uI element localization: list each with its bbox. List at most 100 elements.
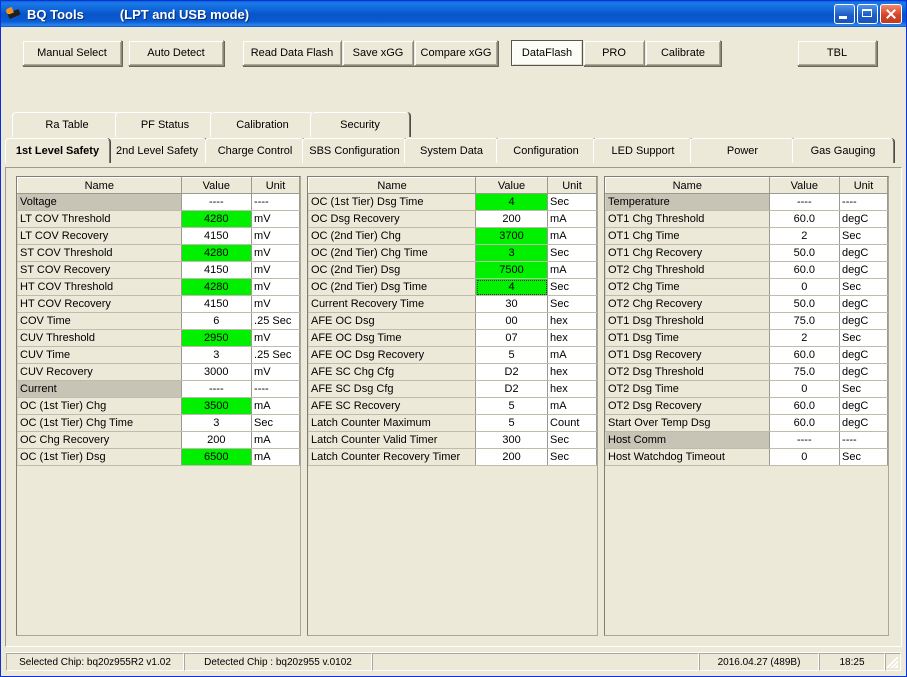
cell-value[interactable]: 4280 bbox=[180, 278, 253, 296]
cell-value[interactable]: 2950 bbox=[180, 329, 253, 347]
cell-value[interactable]: 4150 bbox=[180, 261, 253, 279]
cell-name[interactable]: OT1 Chg Time bbox=[605, 227, 770, 245]
toolbar-button-calibrate[interactable]: Calibrate bbox=[645, 40, 721, 66]
table-row[interactable]: OC (2nd Tier) Chg 3700 mA bbox=[308, 227, 597, 245]
cell-value[interactable]: ---- bbox=[180, 193, 253, 211]
cell-value[interactable]: 4150 bbox=[180, 227, 253, 245]
title-bar[interactable]: BQ Tools (LPT and USB mode) bbox=[1, 1, 906, 27]
table-section-row[interactable]: Temperature ---- ---- bbox=[605, 193, 888, 211]
cell-value[interactable]: 0 bbox=[768, 278, 841, 296]
tab-charge-control[interactable]: Charge Control bbox=[205, 138, 305, 163]
cell-name[interactable]: OT1 Dsg Threshold bbox=[605, 312, 770, 330]
cell-name[interactable]: AFE SC Dsg Cfg bbox=[308, 380, 477, 398]
table-row[interactable]: CUV Time 3.25 Sec bbox=[17, 346, 300, 364]
cell-value[interactable]: 4280 bbox=[180, 210, 253, 228]
tab-1st-level-safety[interactable]: 1st Level Safety bbox=[5, 138, 110, 163]
cell-value[interactable]: D2 bbox=[475, 363, 549, 381]
cell-name[interactable]: Latch Counter Maximum bbox=[308, 414, 477, 432]
table-row[interactable]: OC (1st Tier) Chg Time 3 Sec bbox=[17, 414, 300, 432]
cell-value[interactable]: D2 bbox=[475, 380, 549, 398]
cell-value[interactable]: 60.0 bbox=[768, 346, 841, 364]
cell-value[interactable]: 50.0 bbox=[768, 244, 841, 262]
cell-value[interactable]: ---- bbox=[768, 193, 841, 211]
cell-value[interactable]: 200 bbox=[475, 448, 549, 466]
cell-name[interactable]: OT1 Dsg Time bbox=[605, 329, 770, 347]
cell-name[interactable]: Host Comm bbox=[605, 431, 770, 449]
cell-name[interactable]: OT2 Chg Threshold bbox=[605, 261, 770, 279]
table-row[interactable]: Latch Counter Recovery Timer 200 Sec bbox=[308, 448, 597, 466]
table-row[interactable]: LT COV Threshold 4280 mV bbox=[17, 210, 300, 228]
table-row[interactable]: Current Recovery Time 30 Sec bbox=[308, 295, 597, 313]
cell-name[interactable]: OT2 Dsg Time bbox=[605, 380, 770, 398]
table-row[interactable]: OT2 Chg Time 0 Sec bbox=[605, 278, 888, 296]
table-row[interactable]: AFE SC Chg Cfg D2 hex bbox=[308, 363, 597, 381]
table-row[interactable]: AFE SC Dsg Cfg D2 hex bbox=[308, 380, 597, 398]
tab-security[interactable]: Security bbox=[310, 112, 410, 137]
toolbar-button-tbl[interactable]: TBL bbox=[797, 40, 877, 66]
tab-gas-gauging[interactable]: Gas Gauging bbox=[792, 138, 894, 163]
table-section-row[interactable]: Voltage ---- ---- bbox=[17, 193, 300, 211]
cell-name[interactable]: Temperature bbox=[605, 193, 770, 211]
cell-value[interactable]: 60.0 bbox=[768, 414, 841, 432]
toolbar-button-save-xgg[interactable]: Save xGG bbox=[342, 40, 414, 66]
cell-name[interactable]: CUV Threshold bbox=[17, 329, 182, 347]
cell-name[interactable]: LT COV Threshold bbox=[17, 210, 182, 228]
table-section-row[interactable]: Host Comm ---- ---- bbox=[605, 431, 888, 449]
grid-right[interactable]: Name Value Unit Temperature ---- ---- OT1 Chg … bbox=[604, 176, 889, 636]
maximize-button[interactable] bbox=[857, 4, 878, 24]
table-row[interactable]: CUV Threshold 2950 mV bbox=[17, 329, 300, 347]
cell-value[interactable]: ---- bbox=[180, 380, 253, 398]
cell-value[interactable]: 3 bbox=[180, 346, 253, 364]
cell-name[interactable]: LT COV Recovery bbox=[17, 227, 182, 245]
table-row[interactable]: OT2 Dsg Threshold 75.0 degC bbox=[605, 363, 888, 381]
cell-name[interactable]: AFE SC Recovery bbox=[308, 397, 477, 415]
toolbar-button-dataflash[interactable]: DataFlash bbox=[511, 40, 583, 66]
cell-name[interactable]: OC (2nd Tier) Dsg Time bbox=[308, 278, 477, 296]
table-row[interactable]: OT1 Chg Threshold 60.0 degC bbox=[605, 210, 888, 228]
table-row[interactable]: OC Dsg Recovery 200 mA bbox=[308, 210, 597, 228]
cell-value[interactable]: ---- bbox=[768, 431, 841, 449]
table-row[interactable]: OT1 Dsg Recovery 60.0 degC bbox=[605, 346, 888, 364]
column-header-name[interactable]: Name bbox=[605, 177, 770, 194]
column-header-value[interactable]: Value bbox=[180, 177, 253, 194]
cell-value[interactable]: 5 bbox=[475, 414, 549, 432]
table-row[interactable]: OC (1st Tier) Dsg 6500 mA bbox=[17, 448, 300, 466]
table-row[interactable]: OC (2nd Tier) Dsg 7500 mA bbox=[308, 261, 597, 279]
table-row[interactable]: ST COV Threshold 4280 mV bbox=[17, 244, 300, 262]
cell-value[interactable]: 200 bbox=[180, 431, 253, 449]
cell-name[interactable]: OT2 Chg Recovery bbox=[605, 295, 770, 313]
cell-name[interactable]: OC (1st Tier) Chg Time bbox=[17, 414, 182, 432]
cell-name[interactable]: HT COV Recovery bbox=[17, 295, 182, 313]
cell-name[interactable]: AFE SC Chg Cfg bbox=[308, 363, 477, 381]
cell-value[interactable]: 3500 bbox=[180, 397, 253, 415]
cell-value[interactable]: 2 bbox=[768, 329, 841, 347]
cell-name[interactable]: OT1 Dsg Recovery bbox=[605, 346, 770, 364]
cell-name[interactable]: CUV Time bbox=[17, 346, 182, 364]
cell-name[interactable]: Host Watchdog Timeout bbox=[605, 448, 770, 466]
cell-value[interactable]: 6 bbox=[180, 312, 253, 330]
cell-name[interactable]: Latch Counter Valid Timer bbox=[308, 431, 477, 449]
table-section-row[interactable]: Current ---- ---- bbox=[17, 380, 300, 398]
cell-name[interactable]: OC Dsg Recovery bbox=[308, 210, 477, 228]
table-row[interactable]: OT1 Chg Recovery 50.0 degC bbox=[605, 244, 888, 262]
cell-value[interactable]: 7500 bbox=[475, 261, 549, 279]
cell-name[interactable]: OT2 Dsg Recovery bbox=[605, 397, 770, 415]
cell-name[interactable]: OC (2nd Tier) Dsg bbox=[308, 261, 477, 279]
table-row[interactable]: OT2 Dsg Time 0 Sec bbox=[605, 380, 888, 398]
cell-value[interactable]: 07 bbox=[475, 329, 549, 347]
tab-sbs-configuration[interactable]: SBS Configuration bbox=[302, 138, 407, 163]
table-row[interactable]: AFE SC Recovery 5 mA bbox=[308, 397, 597, 415]
cell-value[interactable]: 4150 bbox=[180, 295, 253, 313]
cell-value[interactable]: 200 bbox=[475, 210, 549, 228]
table-row[interactable]: OT2 Dsg Recovery 60.0 degC bbox=[605, 397, 888, 415]
cell-value[interactable]: 4280 bbox=[180, 244, 253, 262]
cell-name[interactable]: CUV Recovery bbox=[17, 363, 182, 381]
cell-name[interactable]: Latch Counter Recovery Timer bbox=[308, 448, 477, 466]
table-row[interactable]: Start Over Temp Dsg 60.0 degC bbox=[605, 414, 888, 432]
column-header-unit[interactable]: Unit bbox=[547, 177, 597, 194]
table-row[interactable]: Host Watchdog Timeout 0 Sec bbox=[605, 448, 888, 466]
cell-name[interactable]: AFE OC Dsg bbox=[308, 312, 477, 330]
cell-value[interactable]: 75.0 bbox=[768, 363, 841, 381]
cell-value[interactable]: 5 bbox=[475, 346, 549, 364]
toolbar-button-auto-detect[interactable]: Auto Detect bbox=[128, 40, 224, 66]
